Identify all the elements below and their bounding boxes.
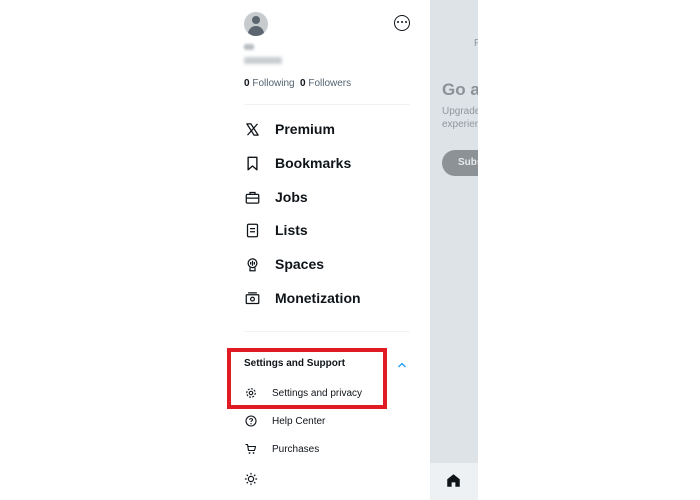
followers-count: 0 [300,78,306,89]
followers-label: Followers [308,78,352,89]
background-subtext-1: Upgrade [442,106,478,117]
following-label: Following [252,78,295,89]
divider [244,331,410,332]
menu-item-spaces[interactable]: Spaces [244,252,410,276]
divider [244,104,410,105]
blurred-display-name [244,44,254,50]
theme-toggle[interactable] [244,471,410,487]
sun-icon [244,472,258,486]
avatar[interactable] [244,12,268,36]
menu-item-premium[interactable]: Premium [244,117,410,141]
menu-item-label: Monetization [275,290,361,306]
highlight-box [227,348,387,409]
menu-item-label: Spaces [275,256,325,272]
menu-item-bookmarks[interactable]: Bookmarks [244,151,410,175]
following-count: 0 [244,78,250,89]
menu-item-label: Jobs [275,189,308,205]
bookmark-icon [244,155,260,171]
followers-link[interactable]: 0 Followers [300,78,351,89]
cart-icon [244,442,258,456]
help-center-item[interactable]: Help Center [244,413,410,429]
x-logo-icon [244,121,260,137]
menu-item-label: Lists [275,222,308,238]
background-heading: Go a [442,80,478,99]
navigation-drawer: 0 Following 0 Followers Premium Bookmark… [230,0,430,500]
menu-item-label: Premium [275,121,335,137]
blurred-username [244,57,282,64]
briefcase-icon [244,189,260,205]
more-options-button[interactable] [394,15,410,31]
menu-item-label: Bookmarks [275,155,352,171]
right-blank-area [478,0,700,500]
sub-item-label: Help Center [272,415,326,427]
following-link[interactable]: 0 Following [244,78,295,89]
purchases-item[interactable]: Purchases [244,441,410,457]
background-subscribe-button: Subs [442,150,478,176]
bottom-nav-bar [430,463,478,500]
sub-item-label: Purchases [272,443,320,455]
chevron-up-icon[interactable] [396,358,408,370]
menu-item-monetization[interactable]: Monetization [244,286,410,310]
background-page: F Go a Upgrade experien Subs [430,0,478,500]
money-icon [244,290,260,306]
menu-item-lists[interactable]: Lists [244,218,410,242]
home-icon[interactable] [446,473,461,493]
help-icon [244,414,258,428]
microphone-icon [244,256,260,272]
list-icon [244,222,260,238]
background-subtext-2: experien [442,119,478,130]
menu-item-jobs[interactable]: Jobs [244,185,410,209]
